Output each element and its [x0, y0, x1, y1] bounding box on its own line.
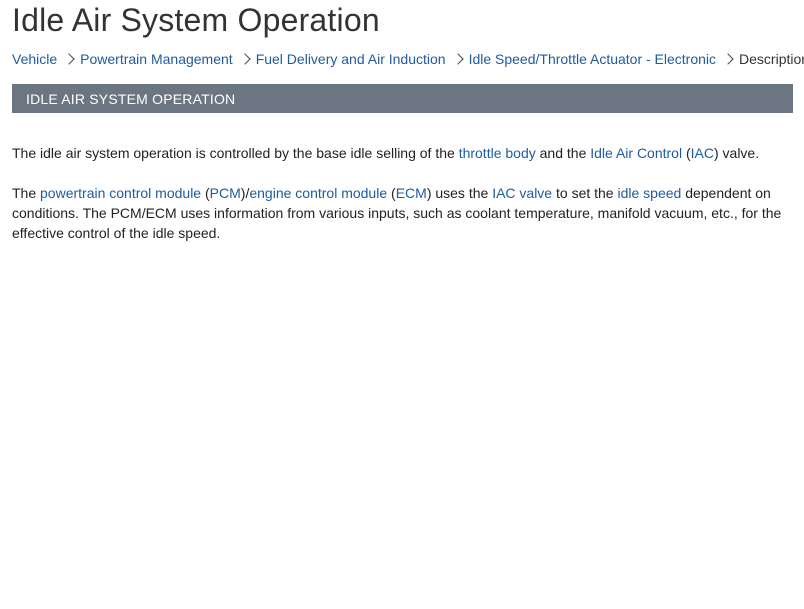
- breadcrumb-item-idle-speed-throttle[interactable]: Idle Speed/Throttle Actuator - Electroni…: [469, 51, 716, 67]
- breadcrumb-current: Description: [739, 51, 804, 67]
- section-header: IDLE AIR SYSTEM OPERATION: [12, 84, 793, 113]
- breadcrumb-item-vehicle[interactable]: Vehicle: [12, 51, 57, 67]
- paragraph-2: The powertrain control module (PCM)/engi…: [12, 183, 787, 243]
- link-engine-control-module[interactable]: engine control module: [249, 185, 387, 201]
- paragraph-text: ) valve.: [713, 145, 760, 161]
- link-iac-valve[interactable]: IAC valve: [492, 185, 552, 201]
- section-header-label: IDLE AIR SYSTEM OPERATION: [26, 90, 236, 107]
- paragraph-text: (: [201, 185, 210, 201]
- chevron-right-icon: [451, 53, 464, 65]
- paragraph-text: The: [12, 185, 41, 201]
- page-title: Idle Air System Operation: [12, 2, 380, 38]
- paragraph-text: (: [682, 145, 691, 161]
- paragraph-text: (: [387, 185, 396, 201]
- breadcrumb: Vehicle Powertrain Management Fuel Deliv…: [12, 49, 804, 69]
- breadcrumb-item-fuel-delivery[interactable]: Fuel Delivery and Air Induction: [256, 51, 446, 67]
- chevron-right-icon: [239, 53, 251, 65]
- link-iac[interactable]: IAC: [691, 145, 714, 161]
- chevron-right-icon: [63, 53, 75, 65]
- link-ecm[interactable]: ECM: [396, 185, 427, 201]
- link-pcm[interactable]: PCM: [210, 185, 241, 201]
- link-powertrain-control-module[interactable]: powertrain control module: [40, 185, 201, 201]
- link-throttle-body[interactable]: throttle body: [459, 145, 536, 161]
- paragraph-1: The idle air system operation is control…: [12, 143, 787, 163]
- paragraph-text: to set the: [552, 185, 618, 201]
- paragraph-text: ) uses the: [426, 185, 493, 201]
- paragraph-text: and the: [535, 145, 591, 161]
- link-idle-air-control[interactable]: Idle Air Control: [590, 145, 682, 161]
- breadcrumb-item-powertrain-management[interactable]: Powertrain Management: [80, 51, 233, 67]
- chevron-right-icon: [722, 53, 734, 65]
- paragraph-text: The idle air system operation is control…: [12, 145, 459, 161]
- link-idle-speed[interactable]: idle speed: [617, 185, 681, 201]
